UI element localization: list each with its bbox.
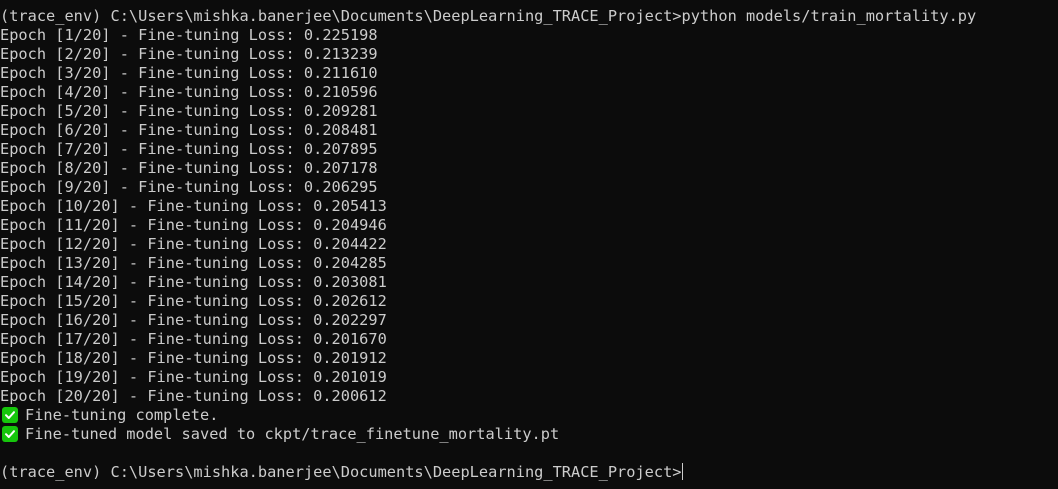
output-line: Epoch [17/20] - Fine-tuning Loss: 0.2016… [0,330,387,348]
output-line: Epoch [2/20] - Fine-tuning Loss: 0.21323… [0,45,378,63]
output-line: Epoch [16/20] - Fine-tuning Loss: 0.2022… [0,311,387,329]
check-mark-icon [2,407,18,423]
command-line: (trace_env) C:\Users\mishka.banerjee\Doc… [0,7,1058,26]
output-line: Epoch [5/20] - Fine-tuning Loss: 0.20928… [0,102,378,120]
output-line: Epoch [15/20] - Fine-tuning Loss: 0.2026… [0,292,387,310]
final-prompt: (trace_env) C:\Users\mishka.banerjee\Doc… [0,463,682,481]
output-line: Epoch [12/20] - Fine-tuning Loss: 0.2044… [0,235,387,253]
output-line: Epoch [1/20] - Fine-tuning Loss: 0.22519… [0,26,378,44]
output-line: Epoch [20/20] - Fine-tuning Loss: 0.2006… [0,387,387,405]
text-cursor [681,463,684,480]
output-line: Epoch [7/20] - Fine-tuning Loss: 0.20789… [0,140,378,158]
final-prompt-line[interactable]: (trace_env) C:\Users\mishka.banerjee\Doc… [0,463,1058,482]
output-line: Epoch [10/20] - Fine-tuning Loss: 0.2054… [0,197,387,215]
output-line: Epoch [18/20] - Fine-tuning Loss: 0.2019… [0,349,387,367]
command-text: python models/train_mortality.py [681,7,977,25]
check-mark-icon [2,426,18,442]
output-line: Epoch [3/20] - Fine-tuning Loss: 0.21161… [0,64,378,82]
output-line: Epoch [14/20] - Fine-tuning Loss: 0.2030… [0,273,387,291]
output-line: Epoch [4/20] - Fine-tuning Loss: 0.21059… [0,83,378,101]
output-line: Epoch [13/20] - Fine-tuning Loss: 0.2042… [0,254,387,272]
command-prompt: (trace_env) C:\Users\mishka.banerjee\Doc… [0,7,682,25]
output-line: Epoch [6/20] - Fine-tuning Loss: 0.20848… [0,121,378,139]
terminal-window[interactable]: (trace_env) C:\Users\mishka.banerjee\Doc… [0,0,1058,489]
output-line: Epoch [11/20] - Fine-tuning Loss: 0.2049… [0,216,387,234]
status-line-saved: Fine-tuned model saved to ckpt/trace_fin… [0,425,1058,444]
output-line: Epoch [9/20] - Fine-tuning Loss: 0.20629… [0,178,378,196]
status-text: Fine-tuning complete. [25,406,219,424]
output-line: Epoch [8/20] - Fine-tuning Loss: 0.20717… [0,159,378,177]
training-output: Epoch [1/20] - Fine-tuning Loss: 0.22519… [0,26,1058,406]
status-line-complete: Fine-tuning complete. [0,406,1058,425]
status-text: Fine-tuned model saved to ckpt/trace_fin… [25,425,560,443]
output-line: Epoch [19/20] - Fine-tuning Loss: 0.2010… [0,368,387,386]
